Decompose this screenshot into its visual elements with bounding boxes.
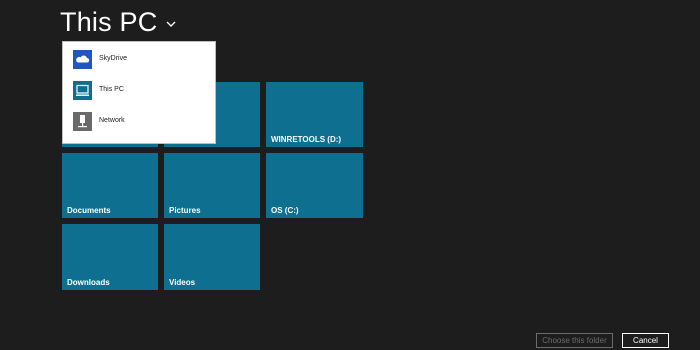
network-icon [73,112,92,131]
tile-label: Downloads [67,278,110,287]
choose-folder-label: Choose this folder [542,336,607,345]
menu-item-network[interactable]: Network [63,107,215,136]
cloud-icon [73,50,92,69]
tile-label: OS (C:) [271,206,299,215]
menu-item-label: SkyDrive [99,55,128,62]
menu-item-this-pc[interactable]: This PC [63,76,215,105]
cancel-label: Cancel [633,336,658,345]
menu-item-label: This PC [99,86,124,93]
tile-label: Pictures [169,206,201,215]
chevron-down-icon [166,21,176,27]
choose-folder-button[interactable]: Choose this folder [536,333,613,348]
computer-icon [73,81,92,100]
folder-tile-videos[interactable]: Videos [164,224,260,290]
folder-tile-pictures[interactable]: Pictures [164,153,260,218]
cancel-button[interactable]: Cancel [622,333,669,348]
location-selector[interactable]: This PC [60,5,177,39]
menu-item-skydrive[interactable]: SkyDrive [63,45,215,74]
file-picker: This PC WINRETOOLS (D:) Documents Pictur… [0,0,700,350]
drive-tile-winretools[interactable]: WINRETOOLS (D:) [266,82,363,147]
folder-tile-downloads[interactable]: Downloads [62,224,158,290]
tile-label: WINRETOOLS (D:) [271,135,342,144]
folder-tile-documents[interactable]: Documents [62,153,158,218]
tile-label: Documents [67,206,111,215]
tile-label: Videos [169,278,196,287]
location-menu: SkyDrive This PC Network [62,41,216,144]
menu-item-label: Network [99,117,125,124]
drive-tile-os[interactable]: OS (C:) [266,153,363,218]
page-title: This PC [60,6,158,37]
